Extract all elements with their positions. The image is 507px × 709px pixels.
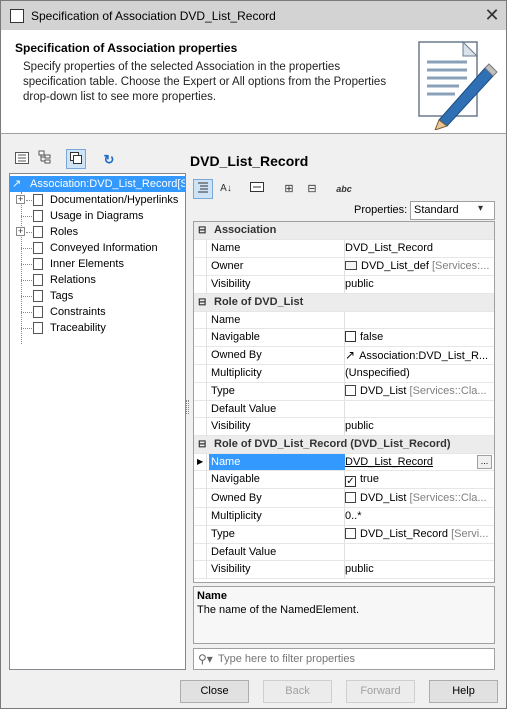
collapse-icon[interactable]: ⊟	[198, 436, 206, 453]
table-row[interactable]: Navigable false	[194, 329, 494, 347]
table-row[interactable]: Name DVD_List_Record	[194, 240, 494, 258]
table-row-selected[interactable]: ▶ Name DVD_List_Record ...	[194, 454, 494, 471]
element-title: DVD_List_Record	[190, 153, 309, 169]
table-row[interactable]: Visibility public	[194, 561, 494, 579]
description-text: The name of the NamedElement.	[197, 604, 360, 616]
close-button[interactable]: Close	[180, 680, 249, 703]
header-description: Specify properties of the selected Assoc…	[23, 61, 387, 103]
refresh-icon[interactable]: ↻	[99, 150, 119, 170]
document-icon	[33, 306, 43, 318]
header-title: Specification of Association properties	[15, 41, 238, 55]
name-field[interactable]: DVD_List_Record	[345, 454, 475, 470]
title-bar: Specification of Association DVD_List_Re…	[0, 0, 507, 30]
ellipsis-button[interactable]: ...	[477, 455, 492, 469]
document-icon	[33, 258, 43, 270]
tree-item-traceability[interactable]: Traceability	[10, 320, 185, 336]
table-row[interactable]: Owner DVD_List_def [Services:...	[194, 258, 494, 276]
spellcheck-icon[interactable]: abc	[334, 179, 354, 199]
group-header-role-dvd-list[interactable]: ⊟ Role of DVD_List	[194, 294, 494, 312]
collapse-all-icon[interactable]: ⊟	[303, 179, 321, 199]
hierarchy-icon[interactable]	[35, 150, 55, 170]
class-icon	[345, 492, 356, 503]
tree-item-conveyed[interactable]: Conveyed Information	[10, 240, 185, 256]
navigation-tree[interactable]: ↗ Association:DVD_List_Record[Se + Docum…	[9, 173, 186, 670]
table-row[interactable]: Navigable ✓ true	[194, 471, 494, 489]
categorized-view-icon[interactable]	[193, 179, 213, 199]
table-row[interactable]: Multiplicity 0..*	[194, 508, 494, 526]
tree-item-inner[interactable]: Inner Elements	[10, 256, 185, 272]
description-toggle-icon[interactable]	[247, 179, 267, 199]
table-row[interactable]: Multiplicity (Unspecified)	[194, 365, 494, 383]
help-button[interactable]: Help	[429, 680, 498, 703]
table-row[interactable]: Type DVD_List [Services::Cla...	[194, 383, 494, 401]
sort-az-icon[interactable]: A↓	[217, 179, 235, 199]
document-icon	[33, 210, 43, 222]
filter-box[interactable]: ⚲▾	[193, 648, 495, 670]
close-icon[interactable]: ✕	[481, 4, 503, 26]
tree-root-item[interactable]: ↗ Association:DVD_List_Record[Se	[10, 176, 186, 192]
app-icon	[10, 9, 24, 23]
package-icon	[345, 261, 357, 270]
group-header-role-dvd-list-record[interactable]: ⊟ Role of DVD_List_Record (DVD_List_Reco…	[194, 436, 494, 454]
row-pointer-icon: ▶	[197, 457, 204, 466]
expand-icon[interactable]: +	[16, 195, 25, 204]
filter-input[interactable]	[218, 650, 490, 668]
back-button[interactable]: Back	[263, 680, 332, 703]
table-row[interactable]: Owned By DVD_List [Services::Cla...	[194, 489, 494, 508]
table-row[interactable]: Visibility public	[194, 418, 494, 436]
splitter-handle[interactable]	[186, 400, 189, 414]
collapse-icon[interactable]: ⊟	[198, 222, 206, 239]
tree-item-relations[interactable]: Relations	[10, 272, 185, 288]
properties-label: Properties:	[354, 204, 408, 216]
table-row[interactable]: Default Value	[194, 401, 494, 418]
tree-item-constraints[interactable]: Constraints	[10, 304, 185, 320]
tree-item-roles[interactable]: + Roles	[10, 224, 185, 240]
association-arrow-icon: ↗	[345, 348, 356, 362]
table-row[interactable]: Type DVD_List_Record [Servi...	[194, 526, 494, 544]
class-icon	[345, 385, 356, 396]
tree-item-usage[interactable]: Usage in Diagrams	[10, 208, 185, 224]
document-icon	[33, 242, 43, 254]
chevron-down-icon[interactable]: ▾	[478, 203, 483, 214]
navigable-checkbox[interactable]	[345, 331, 356, 342]
document-icon	[33, 322, 43, 334]
navigable-checkbox-checked[interactable]: ✓	[345, 476, 356, 487]
document-pencil-icon	[418, 40, 498, 130]
properties-table[interactable]: ⊟ Association Name DVD_List_Record Owner…	[193, 221, 495, 583]
document-icon	[33, 194, 43, 206]
table-row[interactable]: Name	[194, 312, 494, 329]
tree-item-documentation[interactable]: + Documentation/Hyperlinks	[10, 192, 185, 208]
tree-item-tags[interactable]: Tags	[10, 288, 185, 304]
collapse-icon[interactable]: ⊟	[198, 294, 206, 311]
document-icon	[33, 290, 43, 302]
document-icon	[33, 226, 43, 238]
class-icon	[345, 528, 356, 539]
document-icon	[33, 274, 43, 286]
table-row[interactable]: Visibility public	[194, 276, 494, 294]
table-row[interactable]: Owned By ↗ Association:DVD_List_R...	[194, 347, 494, 365]
table-row[interactable]: Default Value	[194, 544, 494, 561]
header-panel: Specification of Association properties …	[0, 30, 507, 134]
forward-button[interactable]: Forward	[346, 680, 415, 703]
property-description: Name The name of the NamedElement.	[193, 586, 495, 644]
group-header-association[interactable]: ⊟ Association	[194, 222, 494, 240]
tree-root-label: Association:DVD_List_Record[Se	[30, 178, 186, 190]
window-title: Specification of Association DVD_List_Re…	[31, 9, 276, 23]
tree-view-icon[interactable]	[12, 150, 32, 170]
search-icon[interactable]: ⚲▾	[198, 652, 213, 666]
association-arrow-icon: ↗	[12, 178, 22, 190]
copy-icon[interactable]	[66, 149, 86, 169]
description-title: Name	[197, 590, 227, 602]
expand-all-icon[interactable]: ⊞	[280, 179, 298, 199]
expand-icon[interactable]: +	[16, 227, 25, 236]
